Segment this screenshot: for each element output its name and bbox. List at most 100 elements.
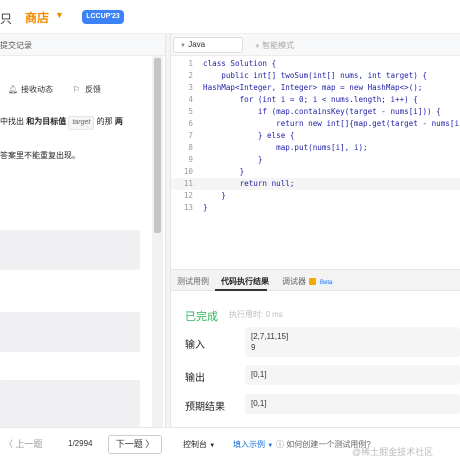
problem-sub-tabs: 提交记录 xyxy=(0,34,165,56)
problem-page-indicator: 1/2994 xyxy=(68,439,93,448)
desc-bold-text: 和为目标值 xyxy=(26,117,67,126)
code-text: HashMap<Integer, Integer> map = new Hash… xyxy=(203,83,423,92)
nav-item-shop[interactable]: 商店 xyxy=(25,9,49,26)
tab-run-result[interactable]: 代码执行结果 xyxy=(221,276,269,287)
top-navbar: 只 商店 ▼ LCCUP'23 xyxy=(0,0,460,34)
tab-testcase[interactable]: 测试用例 xyxy=(177,276,209,287)
line-number: 12 xyxy=(183,191,193,200)
expected-label: 预期结果 xyxy=(185,402,225,413)
example-block xyxy=(0,380,140,427)
output-label: 输出 xyxy=(185,373,205,384)
code-text: } else { xyxy=(203,131,295,140)
editor-toolbar: ▼ Java ● 智能模式 xyxy=(171,34,460,56)
code-line[interactable]: 7 } else { xyxy=(171,130,460,142)
subscribe-updates-label: 接收动态 xyxy=(21,85,53,94)
tab-debugger[interactable]: 调试器 Beta xyxy=(282,276,335,287)
chevron-down-icon: ▼ xyxy=(180,43,186,49)
expected-value: [0,1] xyxy=(251,399,267,408)
console-label: 控制台 xyxy=(183,440,207,449)
code-text: } xyxy=(203,191,226,200)
dot-icon: ● xyxy=(255,41,260,50)
next-problem-label: 下一题 xyxy=(115,439,143,449)
problem-description-line1: 中找出 和为目标值 target 的那 两 xyxy=(0,116,150,130)
expected-value-box: [0,1] xyxy=(245,394,460,414)
chevron-left-icon: 〈 xyxy=(4,439,14,449)
input-value-line: 9 xyxy=(251,343,256,352)
line-number: 1 xyxy=(188,59,193,68)
code-text: public int[] twoSum(int[] nums, int targ… xyxy=(203,71,428,80)
line-number: 9 xyxy=(188,155,193,164)
code-line[interactable]: 3 HashMap<Integer, Integer> map = new Has… xyxy=(171,82,460,94)
language-select-value: Java xyxy=(188,40,206,49)
lccup-badge[interactable]: LCCUP'23 xyxy=(82,10,124,24)
feedback-button[interactable]: ⚐ 反馈 xyxy=(72,84,101,95)
code-line[interactable]: 5 if (map.containsKey(target - nums[i]))… xyxy=(171,106,460,118)
code-line[interactable]: 12 } xyxy=(171,190,460,202)
problem-panel: 提交记录 🔔︎ 接收动态 ⚐ 反馈 中找出 和为目标值 target 的那 两 答案… xyxy=(0,34,165,427)
code-line[interactable]: 2 public int[] twoSum(int[] nums, int ta… xyxy=(171,70,460,82)
line-number: 10 xyxy=(183,167,193,176)
code-text: for (int i = 0; i < nums.length; i++) { xyxy=(203,95,418,104)
code-text: return null; xyxy=(203,179,295,188)
code-line[interactable]: 10 } xyxy=(171,166,460,178)
prev-problem-label: 上一题 xyxy=(15,439,43,449)
language-select[interactable]: ▼ Java xyxy=(173,37,243,53)
feedback-label: 反馈 xyxy=(85,85,101,94)
feedback-icon: ⚐ xyxy=(72,85,81,94)
watermark: @稀土掘金技术社区 xyxy=(352,447,434,457)
nav-item-partial[interactable]: 只 xyxy=(0,10,12,27)
tab-debugger-label: 调试器 xyxy=(282,277,306,286)
code-line[interactable]: 1 class Solution { xyxy=(171,58,460,70)
example-block xyxy=(0,230,140,270)
code-editor[interactable]: 1 class Solution { 2 public int[] twoSum(… xyxy=(171,56,460,269)
line-number: 6 xyxy=(188,119,193,128)
desc-text: 中找出 xyxy=(0,117,27,126)
code-text: if (map.containsKey(target - nums[i])) { xyxy=(203,107,441,116)
code-text: } xyxy=(203,155,263,164)
example-block xyxy=(0,312,140,352)
line-number: 7 xyxy=(188,131,193,140)
input-value-box: [2,7,11,15] 9 xyxy=(245,327,460,357)
code-text: } xyxy=(203,167,245,176)
line-number: 11 xyxy=(183,179,193,188)
inline-code-target: target xyxy=(68,116,95,130)
output-value-box: [0,1] xyxy=(245,365,460,385)
beta-badge: Beta xyxy=(318,280,335,286)
code-line[interactable]: 6 return new int[]{map.get(target - nums… xyxy=(171,118,460,130)
next-problem-button[interactable]: 下一题 〉 xyxy=(108,435,162,454)
line-number: 3 xyxy=(188,83,193,92)
subscribe-updates-button[interactable]: 🔔︎ 接收动态 xyxy=(8,84,53,95)
result-tabs: 测试用例 代码执行结果 调试器 Beta xyxy=(171,269,460,291)
bell-icon: 🔔︎ xyxy=(8,85,19,94)
chevron-down-icon: ▼ xyxy=(267,443,274,449)
code-line-current[interactable]: 11 return null; xyxy=(171,178,460,190)
run-time: 执行用时: 0 ms xyxy=(229,310,283,319)
problem-description-line2: 答案里不能重复出现。 xyxy=(0,151,80,160)
desc-text: 的那 xyxy=(94,117,115,126)
chevron-down-icon: ▼ xyxy=(209,443,216,449)
scrollbar-thumb[interactable] xyxy=(154,58,161,233)
code-text: } xyxy=(203,203,208,212)
line-number: 4 xyxy=(188,95,193,104)
code-line[interactable]: 8 map.put(nums[i], i); xyxy=(171,142,460,154)
smart-mode-toggle[interactable]: ● 智能模式 xyxy=(255,40,294,51)
code-line[interactable]: 4 for (int i = 0; i < nums.length; i++) … xyxy=(171,94,460,106)
code-text: class Solution { xyxy=(203,59,277,68)
chevron-down-icon[interactable]: ▼ xyxy=(55,10,64,20)
code-line[interactable]: 9 } xyxy=(171,154,460,166)
input-value-line: [2,7,11,15] xyxy=(251,332,289,341)
insert-example-label: 填入示例 xyxy=(233,440,265,449)
help-icon: ⓘ xyxy=(276,440,284,449)
chevron-right-icon: 〉 xyxy=(145,439,155,449)
line-number: 2 xyxy=(188,71,193,80)
line-number: 5 xyxy=(188,107,193,116)
run-status: 已完成 xyxy=(185,311,218,323)
insert-example-link[interactable]: 填入示例 ▼ xyxy=(233,439,273,450)
code-text: map.put(nums[i], i); xyxy=(203,143,368,152)
tab-submissions[interactable]: 提交记录 xyxy=(0,40,32,51)
input-label: 输入 xyxy=(185,340,205,351)
code-line[interactable]: 13} xyxy=(171,202,460,214)
console-toggle[interactable]: 控制台 ▼ xyxy=(183,439,215,450)
prev-problem-button[interactable]: 〈 上一题 xyxy=(4,436,56,453)
line-number: 13 xyxy=(183,203,193,212)
